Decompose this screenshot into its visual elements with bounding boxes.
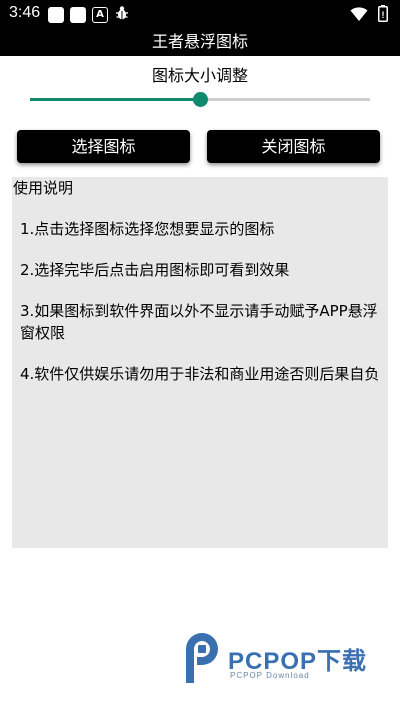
pcpop-logo-icon [186, 633, 218, 683]
a-notification-icon: A [92, 6, 108, 23]
bug-icon [114, 5, 130, 24]
watermark: PCPOP下载 PCPOP Download [180, 633, 390, 688]
instruction-step: 3.如果图标到软件界面以外不显示请手动赋予APP悬浮窗权限 [20, 302, 378, 342]
instructions-heading: 使用说明 [13, 179, 74, 197]
app-title: 王者悬浮图标 [151, 32, 248, 51]
wifi-icon [350, 6, 368, 26]
status-time: 3:46 [9, 4, 41, 21]
instructions-panel: 使用说明 1.点击选择图标选择您想要显示的图标 2.选择完毕后点击启用图标即可看… [12, 177, 388, 548]
close-icon-button[interactable]: 关闭图标 [207, 130, 380, 163]
square-notification-icon [48, 6, 64, 23]
instruction-step: 4.软件仅供娱乐请勿用于非法和商业用途否则后果自负 [20, 365, 380, 383]
app-title-bar: 王者悬浮图标 [0, 28, 400, 56]
instruction-step: 2.选择完毕后点击启用图标即可看到效果 [20, 261, 290, 279]
status-notification-icons: A [48, 5, 130, 24]
status-bar: 3:46 A ! [0, 0, 400, 28]
square-notification-icon [70, 6, 86, 23]
slider-thumb[interactable] [193, 92, 208, 107]
select-icon-button[interactable]: 选择图标 [17, 130, 190, 163]
icon-size-slider[interactable] [30, 92, 370, 107]
instruction-step: 1.点击选择图标选择您想要显示的图标 [20, 220, 275, 238]
icon-size-label: 图标大小调整 [151, 66, 248, 85]
watermark-subtitle: PCPOP Download [230, 671, 310, 680]
slider-fill [30, 98, 200, 101]
battery-icon: ! [378, 5, 388, 26]
svg-text:!: ! [382, 10, 385, 20]
status-system-icons: ! [350, 5, 388, 26]
